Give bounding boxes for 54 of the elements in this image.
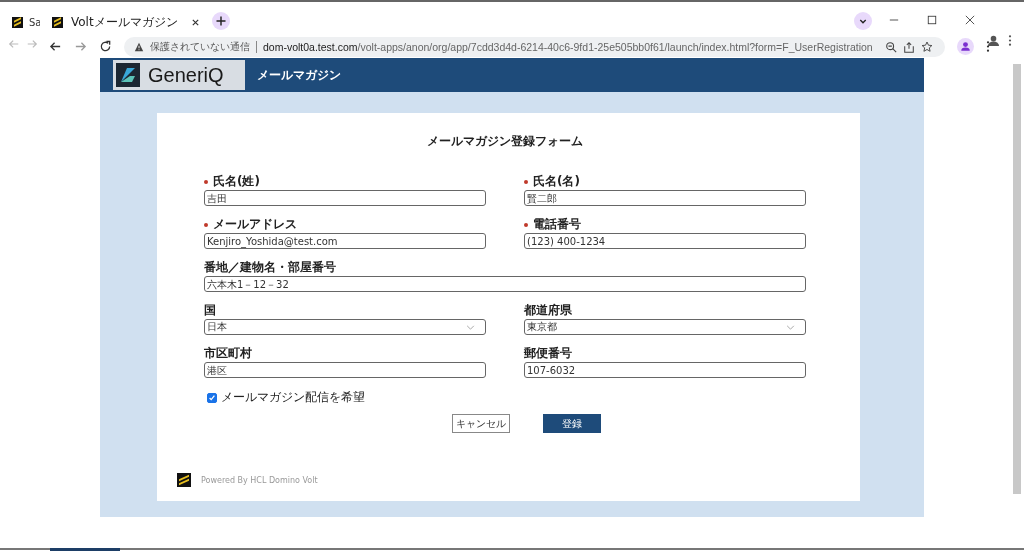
menu-icon[interactable] — [1008, 34, 1012, 47]
input-field[interactable]: Kenjiro_Yoshida@test.com — [204, 233, 486, 249]
app-logo-icon — [12, 16, 23, 28]
chevron-down-icon — [786, 324, 795, 330]
input-field[interactable]: (123) 400-1234 — [524, 233, 806, 249]
input-field[interactable]: 107-6032 — [524, 362, 806, 378]
input-field[interactable]: 港区 — [204, 362, 486, 378]
checkbox-label: メールマガジン配信を希望 — [221, 389, 365, 406]
profile-icon[interactable] — [987, 34, 1000, 47]
warning-icon — [134, 41, 144, 52]
zoom-icon[interactable] — [884, 40, 897, 53]
form-title: メールマガジン登録フォーム — [426, 133, 584, 150]
field-label: 氏名(姓) — [213, 173, 260, 190]
input-field[interactable]: 六本木1－12－32 — [204, 276, 806, 292]
field-label: 都道府県 — [524, 302, 572, 319]
cancel-button[interactable]: キャンセル — [451, 414, 510, 433]
tab-search-icon[interactable] — [854, 12, 872, 30]
close-tab-icon[interactable] — [191, 17, 200, 27]
field-label: 郵便番号 — [524, 345, 572, 362]
reload-icon[interactable] — [99, 40, 112, 53]
field-label: 氏名(名) — [533, 173, 580, 190]
address-bar[interactable]: 保護されていない通信 dom-volt0a.test.com/volt-apps/anon/org/app/7cdd3d4d-6214-40c6-9fd1-25e505bb0f61/launch/index.html?form=F_UserRegistration — [124, 36, 945, 57]
share-icon[interactable] — [902, 40, 915, 53]
field-label: 市区町村 — [204, 345, 252, 362]
field-label: 番地／建物名・部屋番号 — [204, 259, 336, 276]
logo: GeneriQ — [113, 60, 245, 90]
input-field[interactable]: 吉田 — [204, 190, 486, 206]
back-arrow-icon[interactable] — [49, 40, 62, 53]
field-label: メールアドレス — [213, 216, 297, 233]
app-logo-icon — [52, 16, 63, 28]
field-label: 電話番号 — [533, 216, 581, 233]
taskbar-indicator — [50, 548, 120, 551]
profile-icon[interactable] — [956, 38, 974, 55]
new-tab-icon[interactable] — [212, 12, 230, 30]
tab-title[interactable]: Sa — [29, 16, 42, 28]
logo-icon — [116, 63, 140, 87]
volt-logo-icon — [177, 473, 191, 487]
footer-text: Powered By HCL Domino Volt — [201, 475, 318, 485]
close-icon[interactable] — [965, 15, 975, 25]
input-field[interactable]: 賢二郎 — [524, 190, 806, 206]
field-label: 国 — [204, 302, 216, 319]
register-button[interactable]: 登録 — [542, 414, 601, 433]
app-title: メールマガジン — [257, 66, 341, 84]
dropdown[interactable]: 東京都 — [524, 319, 806, 335]
chevron-down-icon — [466, 324, 475, 330]
dropdown[interactable]: 日本 — [204, 319, 486, 335]
security-label: 保護されていない通信 — [150, 39, 250, 54]
menu-icon[interactable] — [985, 40, 990, 53]
scrollbar[interactable] — [1013, 64, 1021, 494]
checkbox[interactable] — [207, 392, 217, 403]
star-icon[interactable] — [920, 40, 933, 53]
url-text: dom-volt0a.test.com/volt-apps/anon/org/app/7cdd3d4d-6214-40c6-9fd1-25e505bb0f61/launch/index.html?form=F_UserRegistration — [263, 40, 873, 53]
maximize-icon[interactable] — [927, 15, 937, 25]
forward-arrow-icon[interactable] — [74, 40, 87, 53]
